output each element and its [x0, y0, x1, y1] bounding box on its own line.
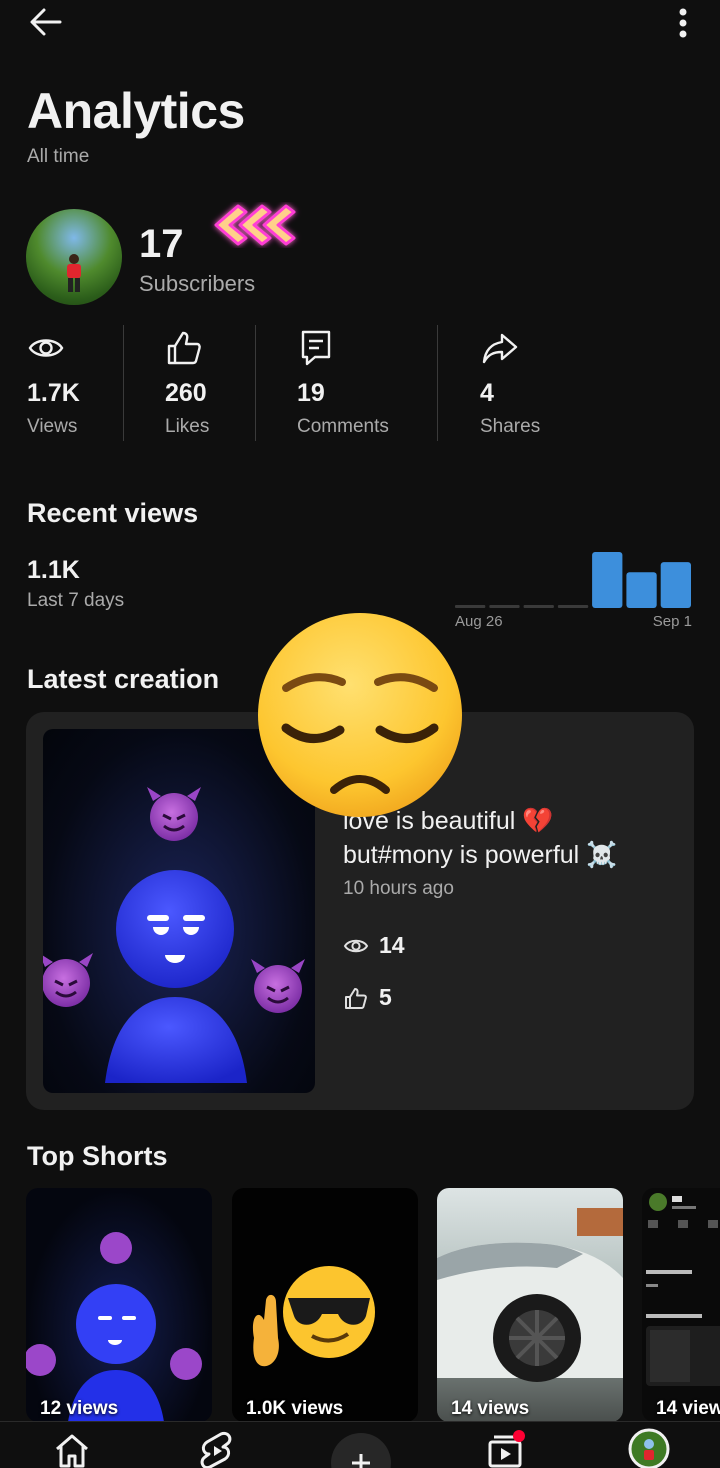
short-card[interactable]: 1.0K views [232, 1188, 418, 1422]
short-card[interactable]: 14 views [437, 1188, 623, 1422]
comment-icon [301, 330, 331, 366]
glowing-arrows-sticker [214, 204, 296, 246]
recent-views-chart[interactable]: Aug 26 Sep 1 [454, 548, 694, 632]
shares-value: 4 [480, 379, 494, 407]
recent-views-title: Recent views [27, 498, 199, 528]
stats-row: 1.7K Views 260 Likes 19 Comments 4 Share… [0, 325, 720, 441]
views-label: Views [27, 416, 78, 437]
back-arrow-icon[interactable] [28, 4, 68, 40]
comments-value: 19 [297, 379, 325, 407]
latest-creation-title: Latest creation [27, 664, 220, 694]
top-bar [0, 0, 720, 44]
top-shorts-carousel[interactable]: 12 views 1.0K views 14 views 14 view [0, 1188, 720, 1422]
comments-label: Comments [297, 416, 389, 437]
chart-bar [660, 562, 691, 608]
views-value: 1.7K [27, 379, 80, 407]
likes-label: Likes [165, 416, 210, 437]
share-icon [482, 333, 518, 364]
recent-views-value: 1.1K [27, 556, 80, 584]
subscriptions-icon[interactable] [486, 1430, 526, 1468]
short-card[interactable]: 12 views [26, 1188, 212, 1422]
analytics-screenshot-thumbnail [646, 1193, 720, 1386]
blue-character-thumbnail [26, 1232, 202, 1422]
subscriber-label: Subscribers [139, 271, 256, 296]
divider [123, 325, 124, 441]
chart-bar [523, 605, 554, 608]
short-views-caption: 1.0K views [246, 1398, 344, 1419]
chart-bar [557, 605, 589, 608]
chart-bar [592, 552, 623, 608]
more-options-icon[interactable] [668, 4, 698, 40]
short-views-caption: 12 views [40, 1398, 119, 1419]
page-title: Analytics [27, 83, 245, 139]
home-icon[interactable] [52, 1430, 92, 1468]
short-views-caption: 14 views [656, 1398, 720, 1419]
chart-end-label: Sep 1 [653, 613, 692, 630]
divider [255, 325, 256, 441]
shorts-icon[interactable] [197, 1430, 237, 1468]
bottom-navigation-bar [0, 1421, 720, 1468]
profile-avatar[interactable] [628, 1428, 670, 1468]
chart-bar [489, 605, 520, 608]
pensive-face-emoji-sticker [258, 613, 462, 817]
short-views-caption: 14 views [451, 1398, 530, 1419]
short-card[interactable]: 14 views [642, 1188, 720, 1422]
top-shorts-title: Top Shorts [27, 1141, 168, 1171]
date-range-label: All time [27, 146, 90, 167]
chart-bar [455, 605, 486, 608]
upload-time: 10 hours ago [343, 878, 454, 899]
eye-icon [28, 339, 64, 357]
shares-label: Shares [480, 416, 541, 437]
white-sports-car-thumbnail [437, 1208, 623, 1382]
avatar-person-figure [67, 254, 81, 292]
thumbs-up-icon [167, 331, 201, 365]
channel-avatar[interactable] [26, 209, 122, 305]
divider [437, 325, 438, 441]
create-icon[interactable] [330, 1432, 392, 1468]
thumbs-up-icon [345, 988, 367, 1009]
latest-views-value: 14 [379, 932, 405, 958]
chart-bar [626, 572, 657, 608]
recent-views-period: Last 7 days [27, 590, 125, 611]
likes-value: 260 [165, 379, 207, 407]
sunglasses-emoji-thumbnail [252, 1266, 375, 1367]
subscriber-count: 17 [139, 222, 184, 266]
eye-icon [343, 939, 369, 953]
video-title-line-2: but#mony is powerful ☠️ [343, 841, 618, 869]
latest-likes-value: 5 [379, 984, 392, 1010]
